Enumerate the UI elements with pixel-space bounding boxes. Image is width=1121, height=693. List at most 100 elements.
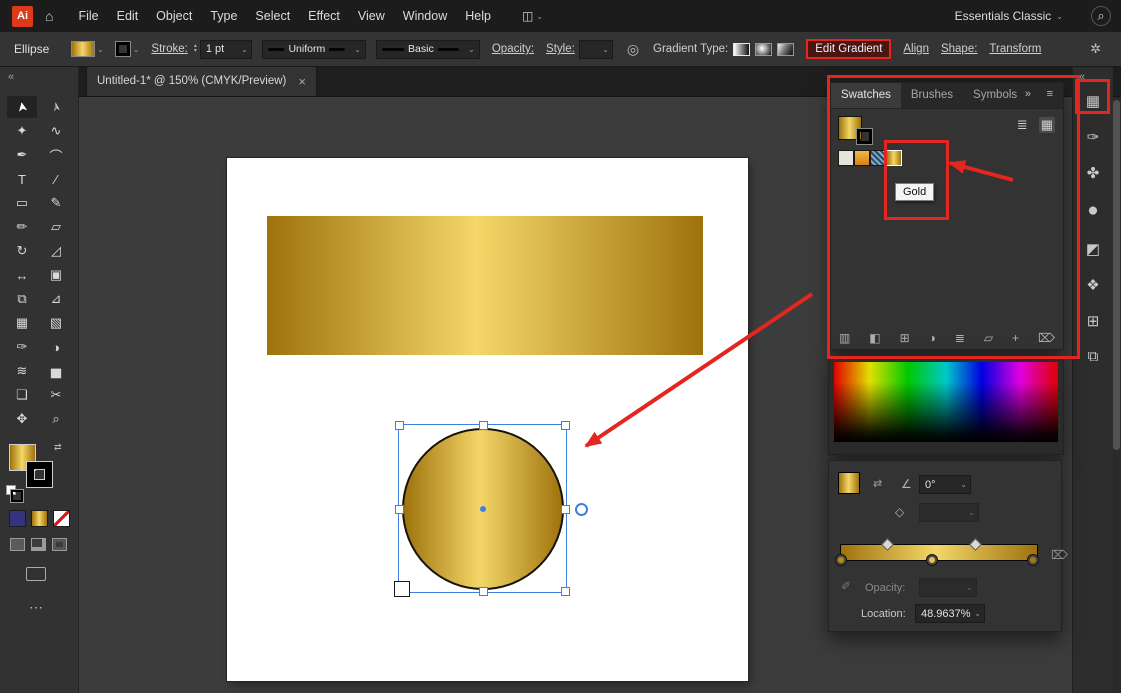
edit-toolbar-icon[interactable]: ⋯ [0, 598, 72, 617]
menu-select[interactable]: Select [246, 0, 299, 32]
rectangle-tool[interactable]: ▭ [7, 192, 37, 214]
column-graph-tool[interactable]: ▅ [41, 360, 71, 382]
panel-menu-icon[interactable]: ≡ [1041, 88, 1059, 100]
artboard-tool[interactable]: ❏ [7, 384, 37, 406]
close-icon[interactable]: × [298, 74, 306, 89]
selection-handle[interactable] [561, 505, 570, 514]
swap-fill-stroke-icon[interactable]: ⇄ [54, 442, 62, 453]
screen-mode-button[interactable] [26, 567, 46, 581]
selection-center-point[interactable] [480, 506, 486, 512]
grid-view-icon[interactable]: ▦ [1039, 117, 1055, 133]
paintbrush-tool[interactable]: ✎ [41, 192, 71, 214]
gold-gradient-swatch[interactable] [887, 151, 901, 165]
symbols-panel-icon[interactable]: ✤ [1085, 162, 1102, 184]
width-profile-dropdown[interactable]: Uniform ⌄ [262, 40, 366, 59]
gradient-stop-right[interactable] [1028, 555, 1038, 565]
transform-link[interactable]: Transform [989, 43, 1041, 55]
aspect-ratio-field[interactable]: ⌄ [919, 503, 979, 522]
magic-wand-tool[interactable]: ✦ [7, 120, 37, 142]
gradient-tool[interactable]: ▧ [41, 312, 71, 334]
gradient-angle-field[interactable]: 0° ⌄ [919, 475, 971, 494]
eraser-tool[interactable]: ▱ [41, 216, 71, 238]
draw-inside-button[interactable] [52, 538, 67, 551]
brushes-panel-icon[interactable]: ✑ [1085, 126, 1102, 148]
shape-link[interactable]: Shape: [941, 43, 977, 55]
gradient-freeform-button[interactable] [777, 43, 794, 56]
color-panel-icon[interactable]: ● [1085, 198, 1100, 224]
reverse-gradient-icon[interactable]: ⇄ [867, 476, 888, 491]
curvature-tool[interactable]: ⌒ [41, 144, 71, 166]
style-link[interactable]: Style: [546, 43, 575, 55]
mesh-tool[interactable]: ▦ [7, 312, 37, 334]
panel-options-icon[interactable]: ✲ [1084, 40, 1107, 58]
shape-builder-tool[interactable]: ⧉ [7, 288, 37, 310]
eyedropper-tool[interactable]: ✑ [7, 336, 37, 358]
symbol-sprayer-tool[interactable]: ≋ [7, 360, 37, 382]
selection-handle[interactable] [395, 505, 404, 514]
expand-panels-icon[interactable]: « [1073, 66, 1085, 83]
live-shape-widget[interactable] [575, 503, 588, 516]
selection-handle[interactable] [395, 582, 409, 596]
search-button[interactable]: ⌕ [1091, 6, 1111, 26]
menu-file[interactable]: File [69, 0, 107, 32]
blend-tool[interactable]: ◑ [41, 336, 71, 358]
gradient-radial-button[interactable] [755, 43, 772, 56]
align-link[interactable]: Align [903, 43, 929, 55]
layers-panel-icon[interactable]: ❖ [1084, 274, 1101, 296]
asset-export-panel-icon[interactable]: ⧉ [1086, 346, 1101, 367]
stroke-proxy[interactable] [27, 462, 52, 487]
lasso-tool[interactable]: ∿ [41, 120, 71, 142]
pattern-swatch[interactable] [871, 151, 885, 165]
menu-help[interactable]: Help [456, 0, 500, 32]
orange-gradient-swatch[interactable] [855, 151, 869, 165]
selection-handle[interactable] [395, 421, 404, 430]
direct-selection-tool[interactable]: ➢ [41, 96, 71, 118]
scrollbar-thumb[interactable] [1113, 100, 1120, 450]
tab-swatches[interactable]: Swatches [831, 83, 901, 108]
swatch-options-icon[interactable]: ≣ [953, 331, 967, 345]
hand-tool[interactable]: ✥ [7, 408, 37, 430]
gradient-midpoint-handle[interactable] [969, 538, 982, 551]
selection-tool[interactable]: ➤ [7, 96, 37, 118]
gradient-stop-middle[interactable] [927, 555, 937, 565]
edit-gradient-button[interactable]: Edit Gradient [806, 39, 891, 59]
selection-handle[interactable] [561, 587, 570, 596]
swatches-panel-icon[interactable]: ▦ [1084, 90, 1102, 112]
home-icon[interactable]: ⌂ [45, 8, 53, 24]
selection-handle[interactable] [561, 421, 570, 430]
width-tool[interactable]: ↔ [7, 264, 37, 286]
menu-view[interactable]: View [349, 0, 394, 32]
gradient-slider[interactable] [841, 545, 1037, 560]
stroke-weight-stepper[interactable]: ▴ ▾ [194, 44, 197, 54]
slice-tool[interactable]: ✂ [41, 384, 71, 406]
menu-type[interactable]: Type [201, 0, 246, 32]
color-themes-icon[interactable]: ◑ [927, 331, 938, 345]
free-transform-tool[interactable]: ▣ [41, 264, 71, 286]
type-tool[interactable]: T [7, 168, 37, 190]
line-segment-tool[interactable]: ∕ [41, 168, 71, 190]
panel-overflow-icon[interactable]: » [1019, 88, 1037, 100]
document-tab[interactable]: Untitled-1* @ 150% (CMYK/Preview) × [86, 66, 317, 96]
collapse-tools-icon[interactable]: « [0, 66, 78, 83]
arrange-documents-button[interactable]: ◫ ⌄ [522, 9, 543, 23]
pencil-tool[interactable]: ✏ [7, 216, 37, 238]
none-button[interactable] [54, 511, 69, 526]
stroke-link[interactable]: Stroke: [151, 43, 187, 55]
workspace-switcher[interactable]: Essentials Classic ⌄ [955, 9, 1063, 23]
rotate-tool[interactable]: ↻ [7, 240, 37, 262]
scale-tool[interactable]: ◿ [41, 240, 71, 262]
selection-handle[interactable] [479, 421, 488, 430]
tab-brushes[interactable]: Brushes [901, 83, 963, 108]
draw-behind-button[interactable] [31, 538, 46, 551]
add-swatch-grid-icon[interactable]: ⊞ [898, 331, 912, 345]
gold-rectangle-shape[interactable] [267, 216, 703, 355]
brush-definition-dropdown[interactable]: Basic ⌄ [376, 40, 480, 59]
swatch-kinds-icon[interactable]: ◧ [867, 331, 882, 345]
stroke-color-swatch[interactable] [116, 42, 130, 56]
gradient-midpoint-handle[interactable] [881, 538, 894, 551]
swatch-libraries-icon[interactable]: ▥ [837, 331, 852, 345]
draw-normal-button[interactable] [10, 538, 25, 551]
style-dropdown[interactable]: ⌄ [579, 40, 613, 59]
gradient-location-field[interactable]: 48.9637% ⌄ [915, 604, 985, 623]
menu-edit[interactable]: Edit [108, 0, 148, 32]
